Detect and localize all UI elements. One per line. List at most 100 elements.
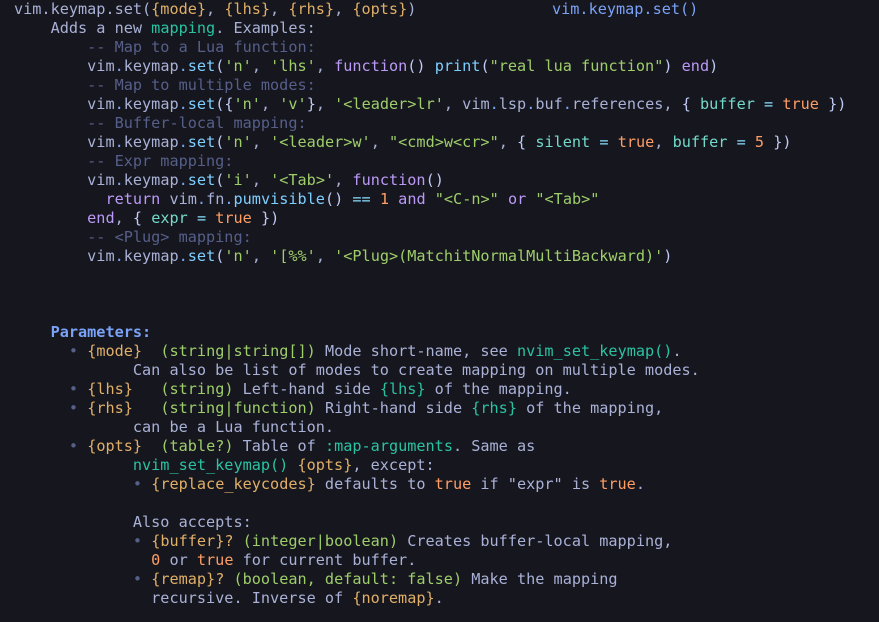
param-desc-lhs: Left-hand side: [233, 380, 380, 398]
buffer-opt-desc: Creates buffer-local mapping,: [398, 532, 673, 550]
also-accepts-heading-line: Also accepts:: [0, 513, 879, 532]
param-row-opts-cont: nvim_set_keymap() {opts}, except:: [0, 456, 879, 475]
list-bullet-icon: •: [68, 437, 79, 455]
string-ctrl-n: "<C-n>": [434, 190, 499, 208]
nvim-set-keymap-link-2[interactable]: nvim_set_keymap(): [133, 456, 288, 474]
buffer-opt-zero: 0: [151, 551, 161, 569]
param-type-lhs: (string): [160, 380, 234, 398]
param-row-rhs-cont: can be a Lua function.: [0, 418, 879, 437]
string-tab: "<Tab>": [535, 190, 600, 208]
param-desc-opts-tail: . Same as: [452, 437, 536, 455]
example-comment-4: -- Expr mapping:: [87, 152, 234, 170]
help-tag: vim.keymap.set(): [552, 0, 699, 18]
description-lead: Adds a new: [50, 19, 152, 37]
description-line: Adds a new mapping. Examples:: [0, 19, 879, 38]
list-bullet-icon: •: [68, 380, 79, 398]
replace-keycodes-name: {replace_keycodes}: [151, 475, 316, 493]
param-row-mode: • {mode} (string|string[]) Mode short-na…: [0, 342, 879, 361]
remap-opt-cont-1: recursive. Inverse of: [151, 589, 353, 607]
param-name-rhs: {rhs}: [87, 399, 133, 417]
signature-arg-rhs: {rhs}: [288, 0, 335, 18]
example-comment-2: -- Map to multiple modes:: [87, 76, 316, 94]
remap-opt-desc: Make the mapping: [462, 570, 618, 588]
param-row-mode-cont: Can also be list of modes to create mapp…: [0, 361, 879, 380]
number-one: 1: [379, 190, 390, 208]
list-bullet-icon: •: [68, 342, 79, 360]
also-accepts-row-buffer: • {buffer}? (integer|boolean) Creates bu…: [0, 532, 879, 551]
list-bullet-icon: •: [68, 399, 79, 417]
example-code-5: vim.keymap.set('n', '[%%', '<Plug>(Match…: [87, 247, 673, 265]
param-row-rhs: • {rhs} (string|function) Right-hand sid…: [0, 399, 879, 418]
example-code-2: vim.keymap.set({'n', 'v'}, '<leader>lr',…: [87, 95, 847, 113]
also-accepts-row-remap-cont: recursive. Inverse of {noremap}.: [0, 589, 879, 608]
param-type-mode: (string|string[]): [160, 342, 316, 360]
example-code-4: vim.keymap.set('i', '<Tab>', function(): [87, 171, 444, 189]
signature-arg-mode: {mode}: [151, 0, 207, 18]
signature-func: vim.keymap.set(: [14, 0, 152, 18]
and-keyword: and: [398, 190, 426, 208]
param-desc-rhs-tail: of the mapping,: [516, 399, 664, 417]
param-cont-rhs: can be a Lua function.: [132, 418, 335, 436]
opts-param-ref: {opts}: [297, 456, 353, 474]
also-accepts-row-buffer-cont: 0 or true for current buffer.: [0, 551, 879, 570]
parameters-heading-line: Parameters:: [0, 323, 879, 342]
param-type-rhs: (string|function): [160, 399, 316, 417]
replace-keycodes-true-2: true: [599, 475, 636, 493]
nvim-set-keymap-link[interactable]: nvim_set_keymap(): [517, 342, 672, 360]
remap-opt-type-open: (boolean, default:: [233, 570, 408, 588]
signature-close-paren: ): [407, 0, 417, 18]
signature-arg-opts: {opts}: [352, 0, 408, 18]
param-desc-rhs: Right-hand side: [315, 399, 472, 417]
signature-sep-3: ,: [334, 0, 353, 18]
param-desc-lhs-tail: of the mapping.: [425, 380, 572, 398]
lhs-link[interactable]: {lhs}: [380, 380, 426, 398]
map-arguments-link[interactable]: :map-arguments: [325, 437, 453, 455]
remap-opt-cont-2: .: [434, 589, 444, 607]
remap-opt-false: false: [407, 570, 453, 588]
replace-keycodes-text-2: if "expr" is: [471, 475, 600, 493]
param-desc-opts: Table of: [233, 437, 325, 455]
noremap-ref: {noremap}: [352, 589, 435, 607]
example-code-1: vim.keymap.set('n', 'lhs', function() pr…: [87, 57, 719, 75]
signature-arg-lhs: {lhs}: [224, 0, 271, 18]
replace-keycodes-text-1: defaults to: [315, 475, 435, 493]
rhs-link[interactable]: {rhs}: [471, 399, 517, 417]
or-keyword: or: [507, 190, 527, 208]
example-comment-3: -- Buffer-local mapping:: [87, 114, 307, 132]
description-tail: . Examples:: [215, 19, 316, 37]
buffer-opt-true: true: [196, 551, 234, 569]
buffer-opt-type: (integer|boolean): [242, 532, 399, 550]
also-accepts-heading: Also accepts:: [132, 513, 252, 531]
param-name-opts: {opts}: [87, 437, 143, 455]
replace-keycodes-true-1: true: [434, 475, 472, 493]
mapping-link[interactable]: mapping: [151, 19, 215, 37]
remap-opt-type-close: ): [452, 570, 463, 588]
example-comment-5: -- <Plug> mapping:: [87, 228, 252, 246]
param-desc-mode: Mode short-name, see: [315, 342, 517, 360]
return-keyword: return: [105, 190, 161, 208]
signature-sep-1: ,: [206, 0, 225, 18]
help-document: vim.keymap.set({mode}, {lhs}, {rhs}, {op…: [0, 0, 879, 622]
example-code-3: vim.keymap.set('n', '<leader>w', "<cmd>w…: [87, 133, 792, 151]
param-row-lhs: • {lhs} (string) Left-hand side {lhs} of…: [0, 380, 879, 399]
remap-opt-name: {remap}?: [151, 570, 225, 588]
opts-sub-row-replace-keycodes: • {replace_keycodes} defaults to true if…: [0, 475, 879, 494]
example-code-4-end: end, { expr = true }): [87, 209, 280, 227]
buffer-opt-cont-2: for current buffer.: [233, 551, 417, 569]
replace-keycodes-text-3: .: [635, 475, 645, 493]
param-name-lhs: {lhs}: [87, 380, 133, 398]
signature-line: vim.keymap.set({mode}, {lhs}, {rhs}, {op…: [0, 0, 879, 19]
list-bullet-icon: •: [132, 570, 143, 588]
buffer-opt-cont-1: or: [160, 551, 197, 569]
param-type-opts: (table?): [160, 437, 234, 455]
list-bullet-icon: •: [132, 532, 143, 550]
also-accepts-row-remap: • {remap}? (boolean, default: false) Mak…: [0, 570, 879, 589]
signature-sep-2: ,: [270, 0, 289, 18]
opts-except-text: , except:: [352, 456, 435, 474]
param-row-opts: • {opts} (table?) Table of :map-argument…: [0, 437, 879, 456]
param-cont-mode: Can also be list of modes to create mapp…: [132, 361, 700, 379]
